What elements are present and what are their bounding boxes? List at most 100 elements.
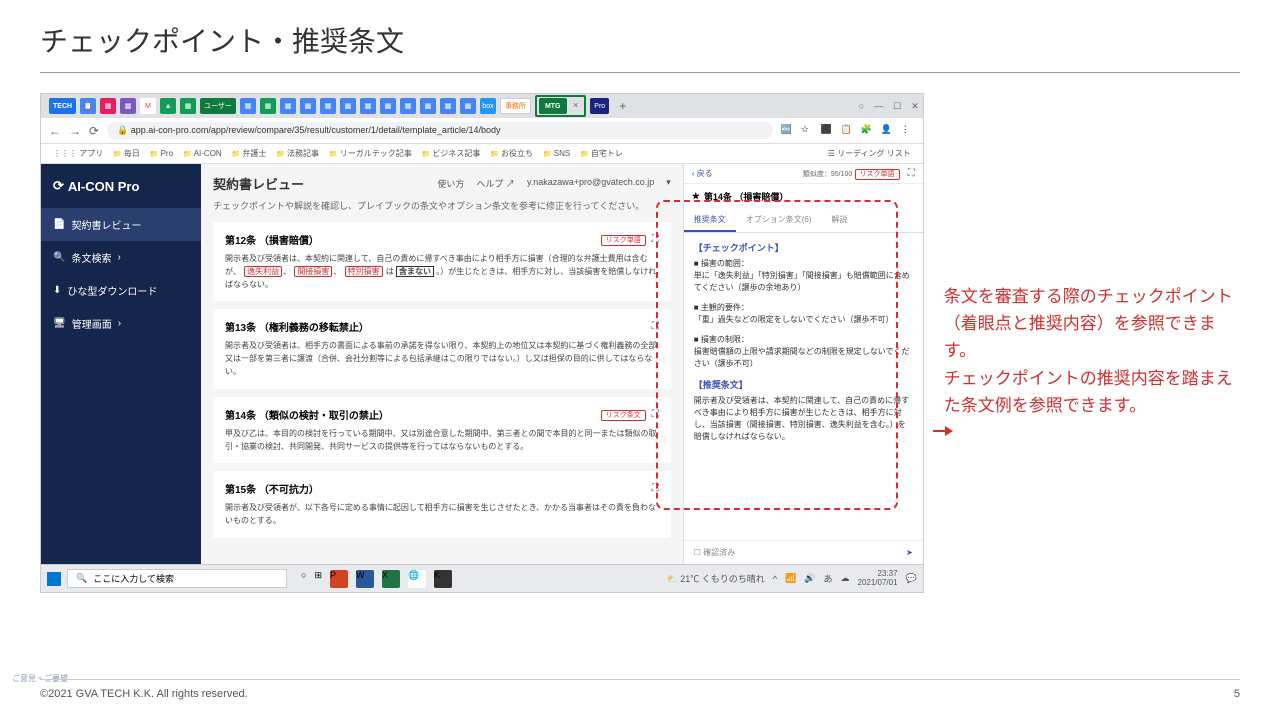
bookmark-folder[interactable]: 自宅トレ	[580, 148, 623, 159]
tray-icon[interactable]: 🔊	[804, 573, 815, 584]
tab-icon[interactable]: M	[140, 98, 156, 114]
tab-mtg[interactable]: MTG	[539, 98, 567, 114]
close-icon[interactable]: ✕	[911, 101, 919, 112]
bookmark-folder[interactable]: リーガルテック記事	[329, 148, 412, 159]
ime-icon[interactable]: あ	[823, 572, 832, 585]
menu-icon[interactable]: ⋮	[901, 124, 915, 138]
bookmark-folder[interactable]: 弁護士	[232, 148, 267, 159]
start-button[interactable]	[47, 572, 61, 586]
tab-icon[interactable]: ▦	[360, 98, 376, 114]
bookmark-folder[interactable]: 法務記事	[276, 148, 319, 159]
tab-icon[interactable]: ▦	[340, 98, 356, 114]
user-email[interactable]: y.nakazawa+pro@gvatech.co.jp	[527, 177, 654, 190]
apps-button[interactable]: ⋮⋮⋮ アプリ	[53, 148, 103, 159]
panel-tab-recommended[interactable]: 推奨条文	[684, 209, 736, 232]
tab-icon[interactable]: ▦	[440, 98, 456, 114]
tab-icon[interactable]: box	[480, 98, 496, 114]
expand-icon[interactable]: ⛶	[652, 234, 659, 245]
tab-office[interactable]: 事務所	[500, 98, 531, 114]
tab-icon[interactable]: ▦	[460, 98, 476, 114]
back-button[interactable]: ←	[49, 124, 61, 138]
slide-footer: ©2021 GVA TECH K.K. All rights reserved.…	[40, 679, 1240, 700]
tray-icon[interactable]: ☁	[841, 573, 850, 584]
article-card[interactable]: 第15条 （不可抗力） ⛶ 開示者及び受領者が、以下各号に定める事情に起因して相…	[213, 471, 671, 538]
puzzle-icon[interactable]: 🧩	[861, 124, 875, 138]
tab-icon[interactable]: ▦	[280, 98, 296, 114]
avatar-icon[interactable]: 👤	[881, 124, 895, 138]
sidebar-item-search[interactable]: 🔍条文検索 ›	[41, 241, 201, 274]
forward-button[interactable]: →	[69, 124, 81, 138]
taskbar-app-icon[interactable]: W	[356, 570, 374, 588]
panel-tab-explanation[interactable]: 解説	[822, 209, 858, 232]
bookmark-folder[interactable]: 毎日	[113, 148, 140, 159]
tray-icon[interactable]: 📶	[785, 573, 796, 584]
tab-active-highlight: MTG ×	[535, 95, 586, 117]
tab-icon[interactable]: ▦	[240, 98, 256, 114]
help-link[interactable]: ヘルプ ↗	[476, 177, 515, 190]
sidebar-item-review[interactable]: 📄契約書レビュー	[41, 208, 201, 241]
tab-icon[interactable]: ▦	[380, 98, 396, 114]
tab-icon[interactable]: ▦	[180, 98, 196, 114]
bookmark-folder[interactable]: ビジネス記事	[422, 148, 481, 159]
taskbar-app-icon[interactable]: P	[330, 570, 348, 588]
star-icon[interactable]: ☆	[801, 124, 815, 138]
tab-icon[interactable]: ▦	[320, 98, 336, 114]
reading-list[interactable]: ☰ リーディング リスト	[828, 148, 911, 159]
app-frame: ⟳ AI-CON Pro 📄契約書レビュー 🔍条文検索 › ⬇ひな型ダウンロード…	[41, 164, 923, 564]
taskview-icon[interactable]: ○	[301, 570, 306, 588]
tray-icon[interactable]: ^	[773, 574, 777, 584]
expand-icon[interactable]: ⛶	[908, 168, 915, 179]
tab-close-icon[interactable]: ×	[569, 100, 582, 110]
maximize-icon[interactable]: ☐	[893, 101, 901, 112]
expand-icon[interactable]: ⛶	[652, 409, 659, 420]
clock[interactable]: 23:372021/07/01	[858, 570, 898, 588]
taskbar-app-icon[interactable]: X	[382, 570, 400, 588]
panel-body: 【チェックポイント】 ■ 損害の範囲：単に「逸失利益」「特別損害」「間接損害」も…	[684, 233, 923, 540]
tab-icon[interactable]: ▦	[420, 98, 436, 114]
weather-widget[interactable]: ⛅ 21℃ くもりのち晴れ	[667, 572, 765, 585]
minimize-icon[interactable]: ○	[859, 101, 864, 112]
article-body: 開示者及び受領者は、相手方の書面による事前の承諾を得ない限り、本契約上の地位又は…	[225, 340, 659, 378]
article-card[interactable]: 第13条 （権利義務の移転禁止） ⛶ 開示者及び受領者は、相手方の書面による事前…	[213, 309, 671, 388]
tab-icon[interactable]: ▦	[120, 98, 136, 114]
screenshot: TECH 📋 ▦ ▦ M ▲ ▦ ユーザー ▦ ▦ ▦ ▦ ▦ ▦ ▦ ▦ ▦ …	[40, 93, 924, 593]
tab-icon[interactable]: ▦	[260, 98, 276, 114]
tab-pro[interactable]: Pro	[590, 98, 609, 114]
tab-icon[interactable]: ▲	[160, 98, 176, 114]
article-title: 第14条 （類似の検討・取引の禁止）	[225, 407, 389, 422]
taskbar-search[interactable]: 🔍 ここに入力して検索	[67, 569, 287, 588]
tab-icon[interactable]: 📋	[80, 98, 96, 114]
sidebar-item-download[interactable]: ⬇ひな型ダウンロード	[41, 274, 201, 307]
tab-tech[interactable]: TECH	[49, 98, 76, 114]
notification-icon[interactable]: 💬	[906, 573, 917, 584]
send-icon[interactable]: ➤	[906, 548, 913, 557]
bookmark-folder[interactable]: お役立ち	[490, 148, 533, 159]
confirm-checkbox[interactable]: ☐ 確認済み	[694, 547, 735, 558]
howto-link[interactable]: 使い方	[437, 177, 464, 190]
tab-user[interactable]: ユーザー	[200, 98, 236, 114]
risk-badge: リスク単語	[601, 235, 646, 246]
ext-icon[interactable]: ⬛	[821, 124, 835, 138]
tab-icon[interactable]: ▦	[400, 98, 416, 114]
bookmark-folder[interactable]: SNS	[543, 149, 570, 158]
taskbar-app-icon[interactable]: K	[434, 570, 452, 588]
article-card[interactable]: 第14条 （類似の検討・取引の禁止） リスク条文⛶ 甲及び乙は、本目的の検討を行…	[213, 397, 671, 464]
url-input[interactable]: 🔒 app.ai-con-pro.com/app/review/compare/…	[107, 122, 773, 139]
ext-icon[interactable]: 📋	[841, 124, 855, 138]
tab-icon[interactable]: ▦	[300, 98, 316, 114]
panel-back-button[interactable]: ‹ 戻る	[692, 168, 713, 179]
bookmark-folder[interactable]: Pro	[150, 149, 173, 158]
translate-icon[interactable]: 🔤	[781, 124, 795, 138]
article-card[interactable]: 第12条 （損害賠償） リスク単語⛶ 開示者及び受領者は、本契約に関連して、自己…	[213, 222, 671, 301]
expand-icon[interactable]: ⛶	[652, 321, 659, 332]
sidebar-item-admin[interactable]: 🖥管理画面 ›	[41, 307, 201, 340]
expand-icon[interactable]: ⛶	[652, 483, 659, 494]
new-tab-button[interactable]: +	[613, 99, 632, 113]
panel-tab-option[interactable]: オプション条文(6)	[736, 209, 822, 232]
taskview-icon[interactable]: ⊞	[314, 570, 322, 588]
minimize-icon[interactable]: —	[874, 101, 883, 112]
taskbar-app-icon[interactable]: 🌐	[408, 570, 426, 588]
tab-icon[interactable]: ▦	[100, 98, 116, 114]
reload-button[interactable]: ⟳	[89, 124, 99, 138]
bookmark-folder[interactable]: AI-CON	[183, 149, 222, 158]
